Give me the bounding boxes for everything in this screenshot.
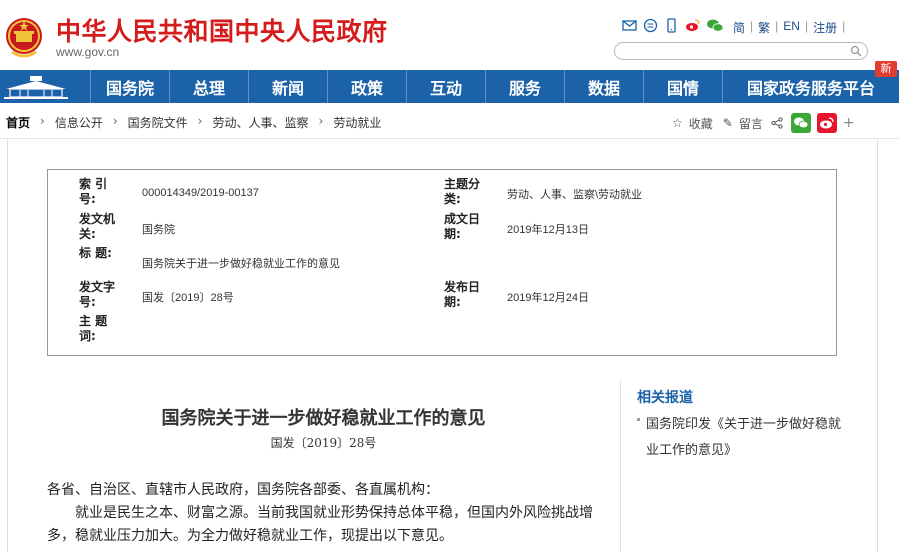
sidebar-divider <box>620 380 621 552</box>
pencil-icon[interactable]: ✎ <box>723 116 733 130</box>
weibo-icon <box>819 117 834 129</box>
separator: | <box>804 19 809 33</box>
search-input[interactable] <box>623 47 848 63</box>
nav-gov-service-platform[interactable]: 国家政务服务平台 <box>722 70 899 103</box>
publish-date-value: 2019年12月24日 <box>507 292 589 304</box>
issuer-value: 国务院 <box>142 224 175 236</box>
breadcrumb: 首页 › 信息公开 › 国务院文件 › 劳动、人事、监察 › 劳动就业 <box>6 114 381 131</box>
breadcrumb-state-council-docs[interactable]: 国务院文件 <box>128 114 188 131</box>
nav-news[interactable]: 新闻 <box>248 70 327 103</box>
wechat-icon <box>793 117 809 129</box>
breadcrumb-labor-personnel[interactable]: 劳动、人事、监察 <box>212 114 308 131</box>
category-label: 主题分类: <box>444 177 481 206</box>
site-header: 中华人民共和国中央人民政府 www.gov.cn 简 | 繁 | EN | 注册 | <box>0 0 899 70</box>
date-written-value: 2019年12月13日 <box>507 224 589 236</box>
chevron-right-icon: › <box>197 114 203 128</box>
new-badge: 新 <box>875 61 897 77</box>
language-links: 简 | 繁 | EN | 注册 | <box>733 19 845 36</box>
nav-interaction[interactable]: 互动 <box>406 70 485 103</box>
index-value: 000014349/2019-00137 <box>142 187 259 199</box>
mail-icon[interactable] <box>622 18 637 33</box>
search-box <box>614 42 868 63</box>
chevron-right-icon: › <box>112 114 118 128</box>
publish-date-label: 发布日期: <box>444 280 481 309</box>
share-icon[interactable] <box>771 117 783 129</box>
main-nav: 国务院 总理 新闻 政策 互动 服务 数据 国情 国家政务服务平台 <box>0 70 899 103</box>
index-label: 索 引 号: <box>79 177 108 206</box>
gate-icon <box>4 76 68 99</box>
article-doc-number: 国发〔2019〕28号 <box>270 436 377 450</box>
nav-services[interactable]: 服务 <box>485 70 564 103</box>
doc-number-label: 发文字号: <box>79 280 116 309</box>
article-title: 国务院关于进一步做好稳就业工作的意见 <box>161 408 486 429</box>
nav-state-council[interactable]: 国务院 <box>90 70 169 103</box>
lang-english-link[interactable]: EN <box>783 19 800 36</box>
related-reports-heading: 相关报道 <box>637 390 693 406</box>
breadcrumb-home[interactable]: 首页 <box>6 114 30 131</box>
chevron-right-icon: › <box>318 114 324 128</box>
lang-simplified-link[interactable]: 简 <box>733 19 745 36</box>
lang-traditional-link[interactable]: 繁 <box>758 19 770 36</box>
breadcrumb-info-public[interactable]: 信息公开 <box>55 114 103 131</box>
page-tools: ☆ 收藏 ✎ 留言 + <box>672 113 855 133</box>
wechat-share-button[interactable] <box>790 113 811 133</box>
wechat-icon[interactable] <box>706 18 724 33</box>
nav-national-info[interactable]: 国情 <box>643 70 722 103</box>
header-toolbar <box>622 18 724 33</box>
breadcrumb-employment[interactable]: 劳动就业 <box>333 114 381 131</box>
more-share-button[interactable]: + <box>843 115 855 131</box>
nav-premier[interactable]: 总理 <box>169 70 248 103</box>
site-title[interactable]: 中华人民共和国中央人民政府 <box>56 12 388 48</box>
weibo-share-button[interactable] <box>816 113 837 133</box>
national-emblem-icon[interactable] <box>4 14 44 60</box>
document-info-table: 索 引 号: 000014349/2019-00137 主题分类: 劳动、人事、… <box>47 169 837 356</box>
title-label: 标 题: <box>79 246 112 260</box>
nav-policy[interactable]: 政策 <box>327 70 406 103</box>
separator: | <box>750 19 754 33</box>
star-icon[interactable]: ☆ <box>672 116 683 130</box>
separator: | <box>775 19 779 33</box>
chevron-right-icon: › <box>40 114 45 128</box>
issuer-label: 发文机关: <box>79 212 116 241</box>
nav-home-logo[interactable] <box>0 70 90 103</box>
weibo-icon[interactable] <box>685 18 700 33</box>
doc-number-value: 国发〔2019〕28号 <box>142 292 234 304</box>
related-report-link[interactable]: 国务院印发《关于进一步做好稳就业工作的意见》 <box>646 412 846 464</box>
title-value: 国务院关于进一步做好稳就业工作的意见 <box>142 258 340 270</box>
date-written-label: 成文日期: <box>444 212 481 241</box>
article-salutation: 各省、自治区、直辖市人民政府，国务院各部委、各直属机构： <box>47 482 439 498</box>
message-icon[interactable] <box>643 18 658 33</box>
register-link[interactable]: 注册 <box>813 19 837 36</box>
article-paragraph-line: 多，稳就业压力加大。为全力做好稳就业工作，现提出以下意见。 <box>47 528 453 544</box>
site-domain: www.gov.cn <box>56 45 120 59</box>
category-value: 劳动、人事、监察\劳动就业 <box>507 189 643 201</box>
mobile-icon[interactable] <box>664 18 679 33</box>
comment-link[interactable]: 留言 <box>739 115 763 132</box>
search-icon[interactable] <box>850 45 862 57</box>
favorite-link[interactable]: 收藏 <box>689 115 713 132</box>
bullet-icon <box>637 418 640 421</box>
keywords-label: 主 题 词: <box>79 314 108 343</box>
article-paragraph-line: 就业是民生之本、财富之源。当前我国就业形势保持总体平稳，但国内外风险挑战增 <box>75 505 593 521</box>
nav-data[interactable]: 数据 <box>564 70 643 103</box>
separator: | <box>842 19 846 33</box>
breadcrumb-bar: 首页 › 信息公开 › 国务院文件 › 劳动、人事、监察 › 劳动就业 ☆ 收藏… <box>0 103 899 139</box>
